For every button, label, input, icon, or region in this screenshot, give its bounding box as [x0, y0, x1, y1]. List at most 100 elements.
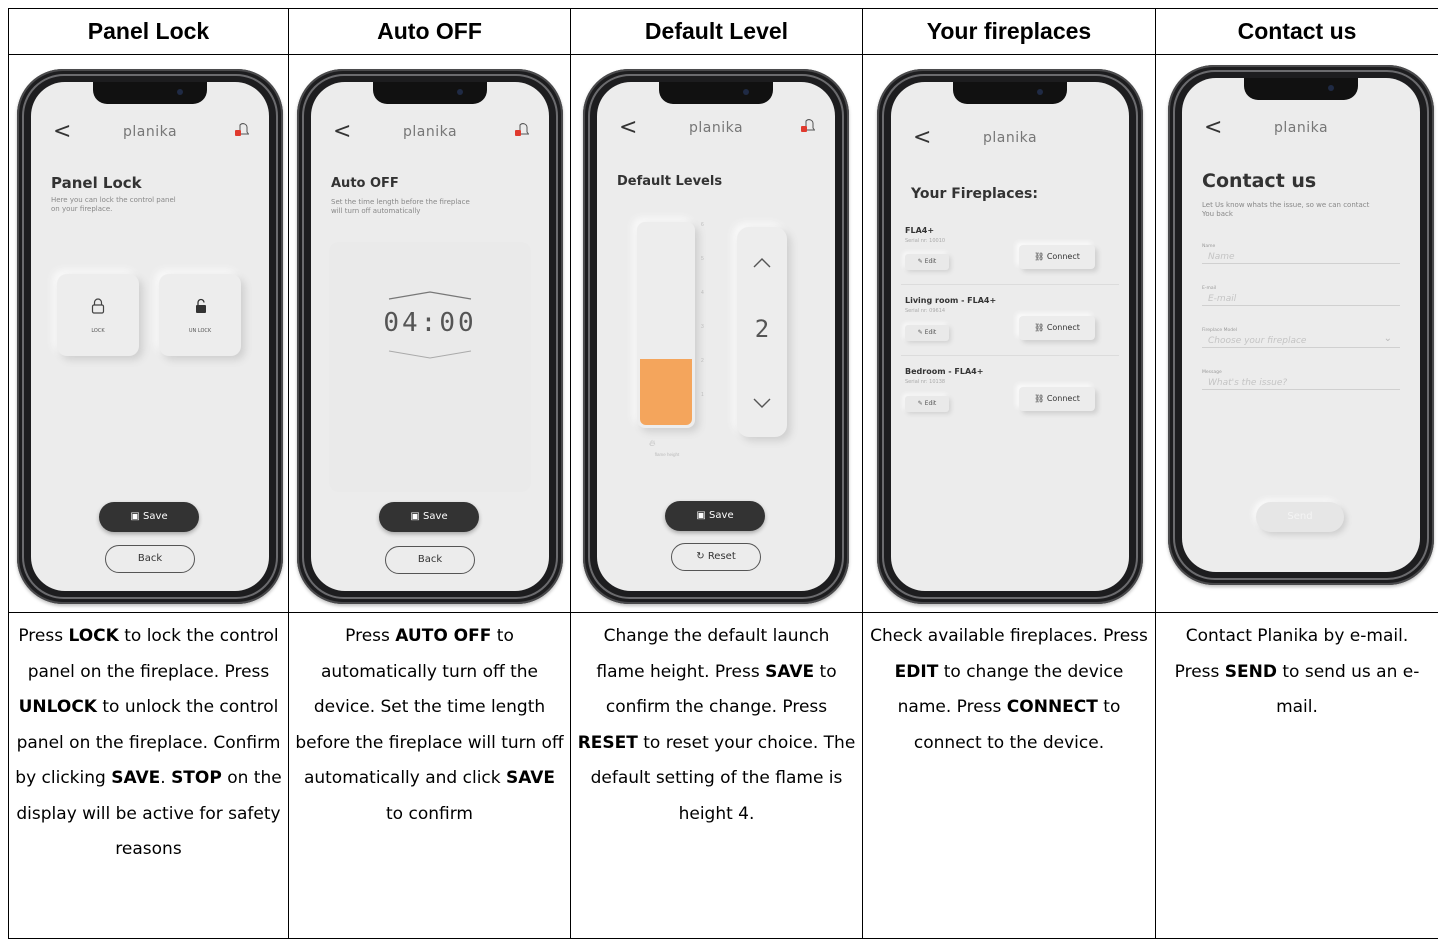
screen-subtitle: will turn off automatically: [331, 207, 421, 215]
back-button[interactable]: Back: [105, 545, 195, 573]
divider: [901, 284, 1119, 285]
flame-level-fill: [640, 359, 692, 425]
column-title: Auto OFF: [288, 8, 571, 55]
edit-pencil-icon: ✎: [917, 258, 925, 265]
time-display[interactable]: 04:00: [329, 308, 531, 338]
app-screen-auto-off: < planika Auto OFF Set the time length b…: [311, 82, 549, 591]
fireplace-name: Bedroom - FLA4+: [905, 367, 984, 376]
link-icon: ⛓: [1034, 323, 1047, 332]
unlock-button[interactable]: UN LOCK: [159, 274, 241, 356]
description-row: Press LOCK to lock the control panel on …: [8, 612, 1438, 939]
message-field[interactable]: What's the issue?: [1202, 376, 1400, 390]
phone-cell-fireplaces: < planika Your Fireplaces: FLA4+ Serial …: [862, 54, 1156, 613]
edit-label: Edit: [924, 400, 937, 407]
scale-tick-label: 5: [701, 256, 704, 262]
flame-level-bar[interactable]: [637, 222, 695, 428]
connect-label: Connect: [1046, 394, 1080, 403]
screen-subtitle: Let Us know whats the issue, so we can c…: [1202, 201, 1370, 209]
lock-button[interactable]: LOCK: [57, 274, 139, 356]
bell-lock-icon[interactable]: [235, 122, 249, 138]
description-panel-lock: Press LOCK to lock the control panel on …: [8, 612, 289, 939]
phone-frame: < planika Auto OFF Set the time length b…: [297, 69, 563, 604]
column-title: Panel Lock: [8, 8, 289, 55]
flame-icon: 🔥︎: [649, 438, 656, 448]
level-stepper[interactable]: 2: [737, 227, 787, 437]
divider: [901, 355, 1119, 356]
save-button[interactable]: ▣ Save: [99, 502, 199, 532]
brand-logo: planika: [982, 130, 1038, 146]
edit-label: Edit: [924, 258, 937, 265]
edit-pencil-icon: ✎: [917, 329, 925, 336]
connect-button[interactable]: ⛓ Connect: [1019, 245, 1095, 269]
brand-logo: planika: [1273, 120, 1329, 136]
lock-label: LOCK: [91, 328, 105, 334]
description-default-level: Change the default launch flame height. …: [570, 612, 863, 939]
bell-lock-icon[interactable]: [515, 122, 529, 138]
model-field-label: Fireplace Model: [1202, 328, 1238, 333]
fireplace-serial: Serial nr: 10138: [905, 379, 946, 385]
edit-label: Edit: [924, 329, 937, 336]
fireplace-serial: Serial nr: 09614: [905, 308, 946, 314]
keyword: LOCK: [68, 626, 119, 646]
link-icon: ⛓: [1034, 252, 1047, 261]
connect-button[interactable]: ⛓ Connect: [1019, 316, 1095, 340]
email-field-label: E-mail: [1202, 286, 1217, 291]
phone-cell-auto-off: < planika Auto OFF Set the time length b…: [288, 54, 571, 613]
padlock-closed-icon: [91, 298, 105, 314]
level-value: 2: [754, 315, 770, 343]
save-button[interactable]: ▣ Save: [379, 502, 479, 532]
screen-subtitle: Set the time length before the fireplace: [331, 198, 470, 206]
fireplace-model-select[interactable]: Choose your fireplace ⌄: [1202, 333, 1400, 348]
select-placeholder: Choose your fireplace: [1208, 336, 1307, 346]
keyword: UNLOCK: [18, 697, 97, 717]
keyword: RESET: [577, 732, 638, 753]
screen-subtitle: Here you can lock the control panel: [51, 196, 176, 204]
chevron-up-icon[interactable]: [387, 290, 473, 300]
keyword: CONNECT: [1006, 697, 1098, 717]
app-screen-contact: < planika Contact us Let Us know whats t…: [1182, 78, 1420, 572]
edit-button[interactable]: ✎ Edit: [905, 396, 949, 412]
app-screen-fireplaces: < planika Your Fireplaces: FLA4+ Serial …: [891, 82, 1129, 591]
edit-button[interactable]: ✎ Edit: [905, 254, 949, 270]
level-scale: 6 5 4 3 2 1: [701, 222, 721, 428]
send-button[interactable]: Send: [1256, 502, 1344, 532]
bell-lock-icon[interactable]: [801, 118, 815, 134]
back-button[interactable]: Back: [385, 546, 475, 574]
email-field[interactable]: E-mail: [1202, 292, 1400, 306]
chevron-down-icon[interactable]: [752, 397, 772, 409]
name-field[interactable]: Name: [1202, 250, 1400, 264]
brand-logo: planika: [122, 124, 178, 140]
save-disk-icon: ▣: [696, 510, 710, 521]
scale-tick-label: 2: [701, 358, 704, 364]
screen-title: Panel Lock: [51, 174, 142, 192]
scale-tick-label: 4: [701, 290, 704, 296]
chevron-up-icon[interactable]: [752, 257, 772, 269]
phone-cell-panel-lock: < planika Panel Lock Here you can lock t…: [8, 54, 289, 613]
screen-title: Default Levels: [617, 174, 723, 189]
instruction-table: Panel Lock Auto OFF Default Level Your f…: [8, 8, 1438, 939]
screen-subtitle: You back: [1202, 210, 1233, 218]
screen-title: Contact us: [1202, 170, 1317, 192]
chevron-down-icon[interactable]: [387, 350, 473, 360]
notch: [373, 82, 487, 104]
keyword: SAVE: [506, 768, 556, 788]
keyword: EDIT: [894, 661, 939, 682]
save-button[interactable]: ▣ Save: [665, 501, 765, 531]
connect-button[interactable]: ⛓ Connect: [1019, 387, 1095, 411]
message-field-label: Message: [1202, 370, 1222, 375]
brand-logo: planika: [402, 124, 458, 140]
scale-tick-label: 1: [701, 392, 704, 398]
link-icon: ⛓: [1034, 394, 1047, 403]
column-title: Your fireplaces: [862, 8, 1156, 55]
fireplace-serial: Serial nr: 10010: [905, 238, 946, 244]
padlock-open-icon: [196, 298, 206, 313]
name-field-label: Name: [1202, 244, 1216, 249]
notch: [953, 82, 1067, 104]
edit-button[interactable]: ✎ Edit: [905, 325, 949, 341]
edit-pencil-icon: ✎: [917, 400, 925, 407]
keyword: SAVE: [111, 768, 161, 788]
phone-cell-default-level: < planika Default Levels 654321 🔥︎ flame…: [570, 54, 863, 613]
phone-frame: < planika Default Levels 654321 🔥︎ flame…: [583, 69, 849, 604]
phone-frame: < planika Contact us Let Us know whats t…: [1168, 65, 1434, 585]
reset-button[interactable]: ↻ Reset: [671, 543, 761, 571]
